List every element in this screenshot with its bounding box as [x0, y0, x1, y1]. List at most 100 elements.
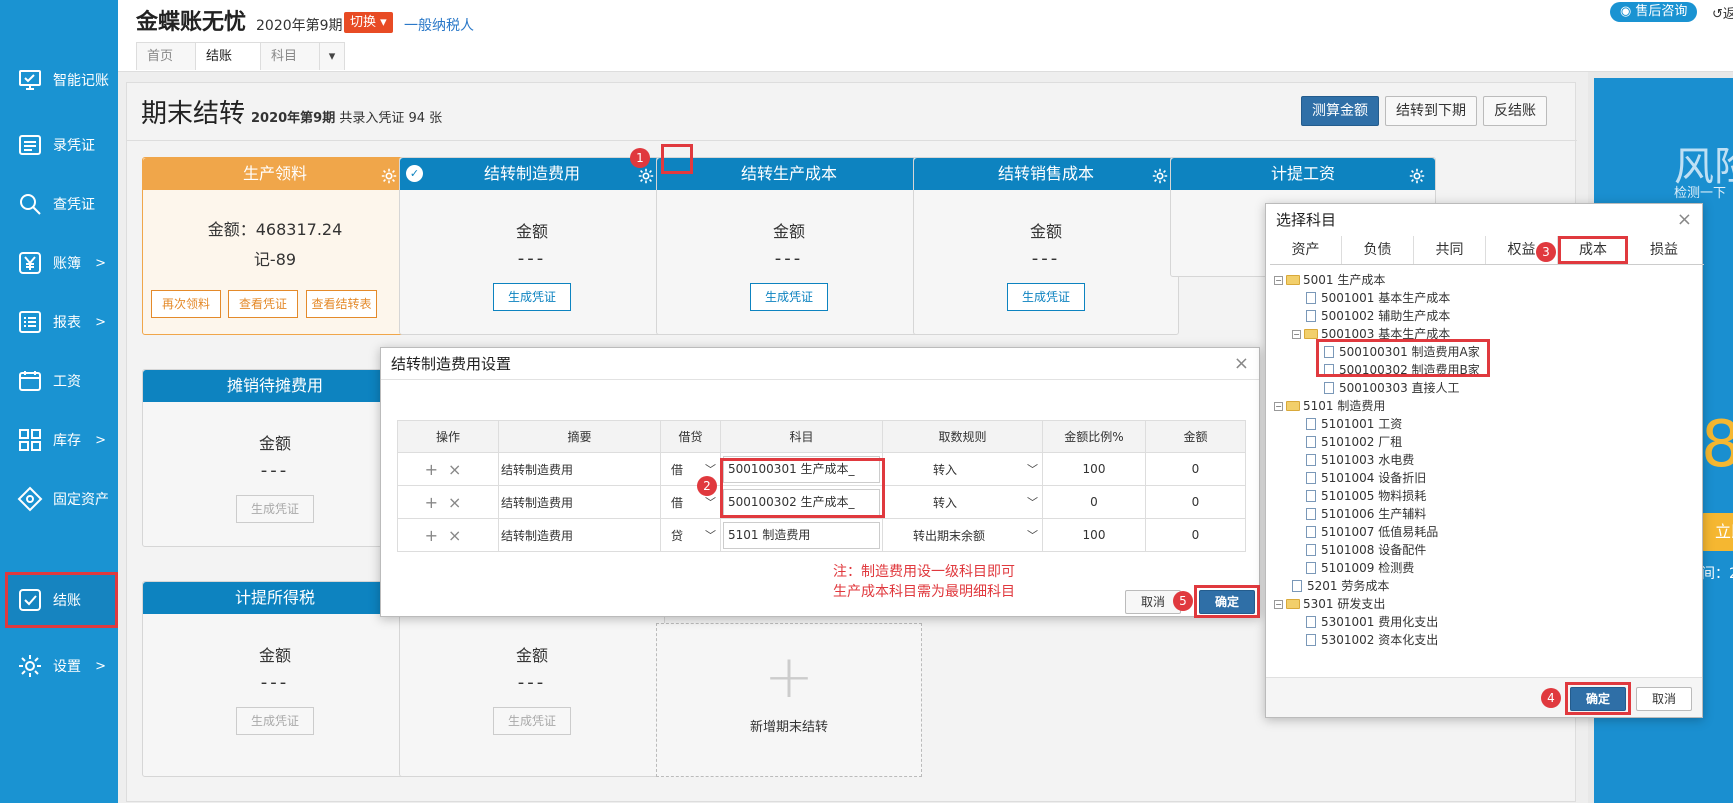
chevron-right-icon: >: [95, 255, 106, 271]
card-title: 结转销售成本: [997, 164, 1094, 183]
tab-liabilities[interactable]: 负债: [1342, 236, 1414, 264]
tab-checkout[interactable]: 结账×: [195, 42, 261, 91]
divider: [127, 140, 1577, 141]
after-sales-help-button[interactable]: ◉ 售后咨询: [1610, 2, 1698, 22]
gear-icon[interactable]: [1150, 164, 1170, 184]
gear-icon[interactable]: [1407, 164, 1427, 184]
delete-row-icon[interactable]: ×: [448, 460, 471, 479]
sidebar-item-enter-voucher[interactable]: 录凭证: [0, 117, 118, 173]
summary-cell[interactable]: 结转制造费用: [498, 452, 661, 486]
add-row-icon[interactable]: +: [425, 493, 448, 512]
generate-voucher-button[interactable]: 生成凭证: [236, 495, 314, 523]
sidebar-item-checkout[interactable]: 结账: [5, 572, 118, 628]
card-amount-label: 金额: [258, 646, 291, 665]
view-carryover-table-button[interactable]: 查看结转表: [306, 290, 377, 318]
tab-common[interactable]: 共同: [1414, 236, 1486, 264]
ratio-cell[interactable]: 0: [1042, 485, 1146, 519]
col-header: 操作: [397, 420, 499, 453]
sidebar: 智能记账 录凭证 查凭证 账簿 > 报表 > 工资 库存 > 固定资产 结账 设…: [0, 0, 118, 803]
yen-icon: [15, 248, 45, 278]
cancel-button[interactable]: 取消: [1636, 687, 1692, 711]
tree-node[interactable]: 5101004 设备折旧: [1306, 470, 1426, 486]
card-voucher-ref[interactable]: 记-89: [143, 246, 407, 270]
gear-icon[interactable]: [379, 164, 399, 184]
add-row-icon[interactable]: +: [425, 460, 448, 479]
sidebar-item-reports[interactable]: 报表 >: [0, 294, 118, 350]
taxpayer-type-link[interactable]: 一般纳税人: [404, 15, 474, 35]
reverse-checkout-button[interactable]: 反结账: [1483, 96, 1547, 126]
tree-node[interactable]: 500100303 直接人工: [1324, 380, 1460, 396]
step-badge-5: 5: [1173, 591, 1193, 611]
summary-cell[interactable]: 结转制造费用: [498, 485, 661, 519]
chevron-right-icon: >: [95, 658, 106, 674]
add-period-end-carryover[interactable]: + 新增期末结转: [656, 623, 922, 777]
generate-voucher-button[interactable]: 生成凭证: [493, 283, 571, 311]
delete-row-icon[interactable]: ×: [448, 526, 471, 545]
tree-node[interactable]: 5201 劳务成本: [1292, 578, 1389, 594]
highlight-subjects: [720, 458, 885, 518]
tab-subjects[interactable]: 科目×: [260, 42, 320, 91]
tab-cost[interactable]: 成本: [1558, 236, 1628, 264]
carry-to-next-period-button[interactable]: 结转到下期: [1385, 96, 1477, 126]
check-icon[interactable]: ✓: [406, 165, 423, 182]
sidebar-item-inventory[interactable]: 库存 >: [0, 412, 118, 468]
table-row: +× 结转制造费用 贷 ﹀ 5101 制造费用 转出期末余额 ﹀ 100 0: [397, 518, 1246, 552]
close-icon[interactable]: ×: [1234, 348, 1249, 380]
delete-row-icon[interactable]: ×: [448, 493, 471, 512]
ok-button[interactable]: 确定: [1199, 590, 1255, 614]
card-manufacturing-overhead: ✓ 结转制造费用 金额 --- 生成凭证: [399, 157, 665, 335]
fetch-rule-select[interactable]: 转出期末余额 ﹀: [883, 527, 1042, 544]
tree-node[interactable]: 5301001 费用化支出: [1306, 614, 1438, 630]
tree-node[interactable]: 5101005 物料损耗: [1306, 488, 1426, 504]
sidebar-item-salary[interactable]: 工资: [0, 353, 118, 409]
generate-voucher-button[interactable]: 生成凭证: [1007, 283, 1085, 311]
debit-credit-select[interactable]: 借 ﹀: [661, 461, 720, 478]
promo-action-button[interactable]: 立即: [1701, 513, 1733, 551]
re-requisition-button[interactable]: 再次领料: [151, 290, 221, 318]
sidebar-item-query-voucher[interactable]: 查凭证: [0, 176, 118, 232]
tab-assets[interactable]: 资产: [1270, 236, 1342, 264]
debit-credit-select[interactable]: 借 ﹀: [661, 494, 720, 511]
tree-node[interactable]: 5101008 设备配件: [1306, 542, 1426, 558]
generate-voucher-button[interactable]: 生成凭证: [750, 283, 828, 311]
tree-node[interactable]: 5101003 水电费: [1306, 452, 1414, 468]
switch-period-button[interactable]: 切换 ▾: [344, 12, 393, 33]
add-row-icon[interactable]: +: [425, 526, 448, 545]
fetch-rule-select[interactable]: 转入 ﹀: [883, 461, 1042, 478]
tree-node[interactable]: 5001001 基本生产成本: [1306, 290, 1450, 306]
back-link[interactable]: ↺返回: [1712, 3, 1733, 22]
ratio-cell[interactable]: 100: [1042, 518, 1146, 552]
card-sales-cost: 结转销售成本 金额 --- 生成凭证: [913, 157, 1179, 335]
close-icon[interactable]: ×: [1677, 204, 1692, 236]
view-voucher-button[interactable]: 查看凭证: [228, 290, 298, 318]
generate-voucher-button[interactable]: 生成凭证: [236, 707, 314, 735]
tree-node[interactable]: 5101001 工资: [1306, 416, 1402, 432]
debit-credit-select[interactable]: 贷 ﹀: [661, 527, 720, 544]
tree-node[interactable]: 5101006 生产辅料: [1306, 506, 1426, 522]
summary-cell[interactable]: 结转制造费用: [498, 518, 661, 552]
tree-node[interactable]: −5101 制造费用: [1274, 398, 1385, 414]
tree-node[interactable]: 5101007 低值易耗品: [1306, 524, 1438, 540]
page-title: 期末结转: [141, 99, 246, 129]
tree-node[interactable]: 5101002 厂租: [1306, 434, 1402, 450]
sidebar-item-settings[interactable]: 设置 >: [0, 638, 118, 694]
sidebar-item-ledger[interactable]: 账簿 >: [0, 235, 118, 291]
subject-input[interactable]: 5101 制造费用: [723, 521, 880, 549]
tree-node[interactable]: 5101009 检测费: [1306, 560, 1414, 576]
measure-amount-button[interactable]: 测算金额: [1301, 96, 1379, 126]
card-production-cost: 结转生产成本 金额 --- 生成凭证: [656, 157, 922, 335]
ok-button[interactable]: 确定: [1570, 687, 1626, 711]
tabs-menu-dropdown[interactable]: ▾: [319, 42, 345, 70]
tree-node[interactable]: 5301002 资本化支出: [1306, 632, 1438, 648]
sidebar-item-smart-bookkeeping[interactable]: 智能记账: [0, 52, 118, 108]
tab-profit-loss[interactable]: 损益: [1628, 236, 1700, 264]
gear-icon: [15, 651, 45, 681]
fetch-rule-select[interactable]: 转入 ﹀: [883, 494, 1042, 511]
tree-node[interactable]: −5301 研发支出: [1274, 596, 1385, 612]
tree-node[interactable]: −5001 生产成本: [1274, 272, 1385, 288]
tab-home[interactable]: 首页: [136, 42, 196, 70]
tree-node[interactable]: 5001002 辅助生产成本: [1306, 308, 1450, 324]
generate-voucher-button[interactable]: 生成凭证: [493, 707, 571, 735]
ratio-cell[interactable]: 100: [1042, 452, 1146, 486]
sidebar-item-fixed-assets[interactable]: 固定资产: [0, 471, 118, 527]
